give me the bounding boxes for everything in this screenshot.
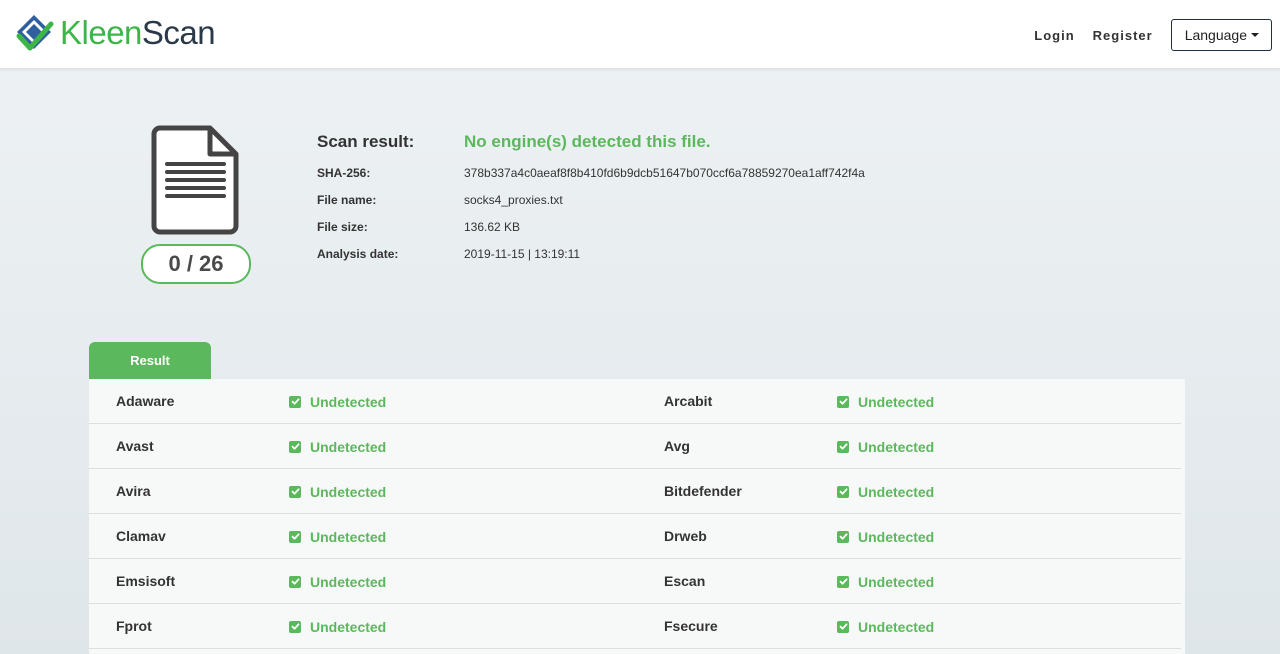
engine-name: Fsecure — [664, 618, 718, 634]
sha256-value: 378b337a4c0aeaf8f8b410fd6b9dcb51647b070c… — [464, 166, 865, 180]
check-icon — [289, 620, 301, 633]
scan-result-label: Scan result: — [317, 132, 415, 151]
logo-icon — [16, 15, 54, 51]
check-icon — [289, 440, 301, 453]
detection-score-badge: 0 / 26 — [141, 244, 251, 284]
register-link[interactable]: Register — [1093, 28, 1153, 43]
file-name-label: File name: — [317, 193, 377, 207]
logo-text-kleen: Kleen — [60, 14, 142, 51]
engine-name: Avg — [664, 438, 690, 454]
status-text: Undetected — [858, 393, 935, 410]
table-row: Clamav Undetected Drweb Undetected — [89, 514, 1181, 559]
engine-name: Emsisoft — [116, 573, 176, 589]
file-size-label: File size: — [317, 220, 368, 234]
status-text: Undetected — [310, 438, 387, 455]
check-icon — [837, 575, 849, 588]
check-icon — [837, 485, 849, 498]
table-row: Avast Undetected Avg Undetected — [89, 424, 1181, 469]
status-text: Undetected — [858, 573, 935, 590]
header-nav: Login Register Language — [1034, 19, 1272, 51]
results-table: Adaware Undetected Arcabit Undetected Avast U… — [89, 379, 1185, 654]
table-row: Adaware Undetected Arcabit Undetected — [89, 379, 1181, 424]
table-row: Avira Undetected Bitdefender Undetected — [89, 469, 1181, 514]
engine-status: Undetected — [837, 559, 934, 604]
status-text: Undetected — [858, 528, 935, 545]
check-icon — [837, 620, 849, 633]
check-icon — [289, 395, 301, 408]
check-icon — [289, 575, 301, 588]
engine-name: Adaware — [116, 393, 175, 409]
analysis-date-value: 2019-11-15 | 13:19:11 — [464, 247, 581, 261]
engine-status: Undetected — [837, 379, 934, 424]
check-icon — [289, 485, 301, 498]
top-navbar: KleenScan Login Register Language — [0, 0, 1280, 69]
status-text: Undetected — [310, 618, 387, 635]
kleenscan-logo[interactable]: KleenScan — [14, 12, 216, 54]
status-text: Undetected — [310, 573, 387, 590]
engine-status: Undetected — [837, 424, 934, 469]
engine-name: Clamav — [116, 528, 166, 544]
engine-status: Undetected — [837, 514, 934, 559]
check-icon — [837, 530, 849, 543]
caret-down-icon — [1251, 33, 1259, 37]
analysis-date-label: Analysis date: — [317, 247, 399, 261]
status-text: Undetected — [858, 483, 935, 500]
engine-status: Undetected — [289, 604, 386, 649]
language-dropdown[interactable]: Language — [1170, 19, 1272, 51]
engine-status: Undetected — [837, 469, 934, 514]
engine-name: Avast — [116, 438, 154, 454]
status-text: Undetected — [310, 483, 387, 500]
scan-result-value: No engine(s) detected this file. — [464, 132, 711, 151]
engine-name: Bitdefender — [664, 483, 742, 499]
engine-status: Undetected — [289, 514, 386, 559]
language-label: Language — [1184, 27, 1247, 43]
file-name-value: socks4_proxies.txt — [464, 193, 563, 207]
logo-text-scan: Scan — [141, 14, 216, 51]
engine-status: Undetected — [289, 379, 386, 424]
engine-status: Undetected — [289, 424, 386, 469]
engine-status: Undetected — [289, 559, 386, 604]
check-icon — [289, 530, 301, 543]
status-text: Undetected — [858, 618, 935, 635]
engine-status: Undetected — [289, 469, 386, 514]
document-icon — [151, 125, 239, 235]
sha256-label: SHA-256: — [317, 166, 371, 180]
engine-name: Fprot — [116, 618, 152, 634]
engine-status: Undetected — [837, 604, 934, 649]
engine-name: Escan — [664, 573, 706, 589]
status-text: Undetected — [310, 393, 387, 410]
table-row: Emsisoft Undetected Escan Undetected — [89, 559, 1181, 604]
engine-name: Drweb — [664, 528, 707, 544]
engine-name: Avira — [116, 483, 151, 499]
file-size-value: 136.62 KB — [464, 220, 521, 234]
table-row: Fprot Undetected Fsecure Undetected — [89, 604, 1181, 649]
status-text: Undetected — [858, 438, 935, 455]
check-icon — [837, 440, 849, 453]
engine-name: Arcabit — [664, 393, 713, 409]
status-text: Undetected — [310, 528, 387, 545]
login-link[interactable]: Login — [1034, 28, 1074, 43]
tab-result[interactable]: Result — [89, 342, 211, 379]
check-icon — [837, 395, 849, 408]
